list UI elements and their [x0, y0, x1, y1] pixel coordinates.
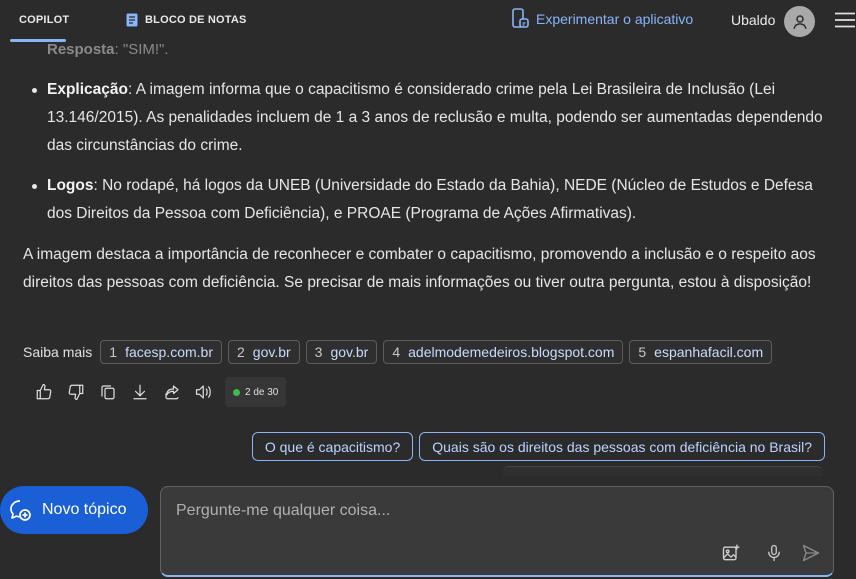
source-domain: adelmodemedeiros.blogspot.com [408, 344, 615, 360]
user-icon [792, 14, 807, 29]
counter-text: 2 de 30 [245, 386, 279, 398]
send-button[interactable] [800, 542, 822, 564]
sources-label: Saiba mais [23, 344, 93, 360]
download-button[interactable] [124, 377, 156, 407]
chat-area: Resposta: "SIM!". Explicação: A imagem i… [0, 0, 856, 579]
tab-notebook-label: BLOCO DE NOTAS [145, 14, 247, 26]
thumbs-down-icon [68, 384, 84, 401]
response-counter: 2 de 30 [225, 377, 287, 407]
share-icon [165, 385, 179, 400]
suggestion-chips: O que é capacitismo? Quais são os direit… [251, 432, 825, 461]
chat-input[interactable] [176, 499, 816, 523]
suggestion-chip[interactable]: Quais são os direitos das pessoas com de… [419, 432, 825, 461]
thumbs-up-icon [36, 383, 52, 400]
sources-row: Saiba mais 1 facesp.com.br 2 gov.br 3 gov.b… [23, 340, 773, 364]
copy-button[interactable] [92, 377, 124, 407]
source-link-2[interactable]: 2 gov.br [228, 340, 300, 364]
tab-copilot[interactable]: COPILOT [10, 0, 70, 42]
closing-paragraph: A imagem destaca a importância de reconh… [23, 246, 816, 291]
source-domain: espanhafacil.com [654, 344, 764, 360]
new-topic-label: Novo tópico [42, 501, 127, 518]
bullet-explicacao: Explicação: A imagem informa que o capac… [32, 76, 827, 160]
share-button[interactable] [156, 377, 188, 407]
avatar[interactable] [784, 6, 815, 37]
source-link-1[interactable]: 1 facesp.com.br [100, 340, 222, 364]
source-number: 5 [638, 344, 647, 360]
bullet-label: Explicação [47, 81, 128, 98]
send-icon [802, 544, 820, 562]
read-aloud-button[interactable] [188, 377, 220, 407]
copilot-logo-icon [10, 12, 14, 28]
hamburger-menu-icon[interactable] [835, 12, 855, 28]
suggestion-chip[interactable]: O que é capacitismo? [251, 432, 414, 461]
bullet-text: : A imagem informa que o capacitismo é c… [47, 81, 823, 154]
source-domain: facesp.com.br [125, 344, 213, 360]
source-link-3[interactable]: 3 gov.br [305, 340, 378, 364]
tab-copilot-label: COPILOT [19, 14, 70, 26]
source-number: 4 [392, 344, 401, 360]
source-domain: gov.br [330, 344, 369, 360]
bullet-label: Logos [47, 177, 94, 194]
download-icon [133, 384, 147, 400]
source-number: 1 [109, 344, 118, 360]
try-app-label: Experimentar o aplicativo [536, 11, 694, 27]
source-link-4[interactable]: 4 adelmodemedeiros.blogspot.com [383, 340, 624, 364]
top-bar: COPILOT BLOCO DE NOTAS Experimentar o ap… [0, 0, 856, 44]
speaker-icon [195, 385, 211, 399]
source-number: 3 [314, 344, 323, 360]
source-number: 2 [237, 344, 245, 360]
microphone-button[interactable] [763, 542, 785, 564]
message-actions: 2 de 30 [28, 377, 287, 407]
dislike-button[interactable] [60, 377, 92, 407]
bullet-logos: Logos: No rodapé, há logos da UNEB (Univ… [32, 172, 827, 228]
notebook-icon [126, 13, 138, 27]
add-image-icon [722, 544, 740, 561]
bullet-text: : No rodapé, há logos da UNEB (Universid… [47, 177, 813, 222]
tab-notebook[interactable]: BLOCO DE NOTAS [126, 0, 247, 40]
hidden-suggestion-chip [503, 466, 823, 476]
copy-icon [101, 385, 115, 400]
chat-composer [160, 486, 834, 577]
try-app-link[interactable]: Experimentar o aplicativo [511, 7, 693, 31]
status-dot [233, 388, 240, 396]
new-chat-icon [10, 500, 31, 521]
source-link-5[interactable]: 5 espanhafacil.com [629, 340, 773, 364]
phone-icon [512, 8, 529, 28]
like-button[interactable] [28, 377, 60, 407]
microphone-icon [768, 544, 780, 562]
new-topic-button[interactable]: Novo tópico [0, 486, 148, 534]
add-image-button[interactable] [720, 542, 742, 564]
user-name[interactable]: Ubaldo [731, 12, 775, 28]
source-domain: gov.br [252, 344, 291, 360]
